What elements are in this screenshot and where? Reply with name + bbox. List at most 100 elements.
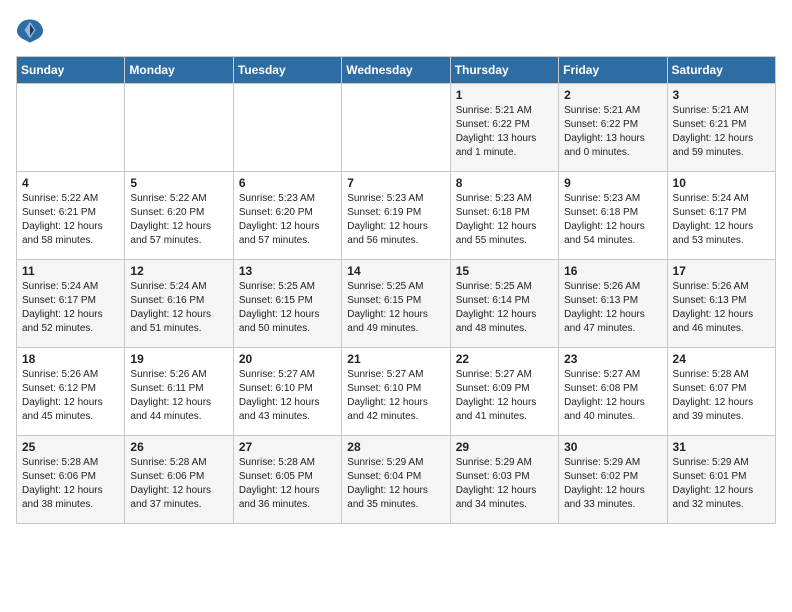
day-cell: 19 Sunrise: 5:26 AM Sunset: 6:11 PM Dayli…	[125, 348, 233, 436]
day-cell: 12 Sunrise: 5:24 AM Sunset: 6:16 PM Dayli…	[125, 260, 233, 348]
day-info: Sunrise: 5:28 AM Sunset: 6:05 PM Dayligh…	[239, 456, 336, 512]
week-row-5: 25 Sunrise: 5:28 AM Sunset: 6:06 PM Dayli…	[17, 436, 776, 524]
day-cell: 29Sunrise: 5:29 AM Sunset: 6:03 PM Dayli…	[450, 436, 558, 524]
logo-icon	[16, 16, 44, 44]
day-info: Sunrise: 5:27 AM Sunset: 6:10 PM Dayligh…	[347, 368, 444, 424]
day-info: Sunrise: 5:28 AM Sunset: 6:07 PM Dayligh…	[673, 368, 770, 424]
day-cell: 2 Sunrise: 5:21 AM Sunset: 6:22 PM Daylig…	[559, 84, 667, 172]
day-cell	[233, 84, 341, 172]
day-cell: 8Sunrise: 5:23 AM Sunset: 6:18 PM Daylig…	[450, 172, 558, 260]
day-number: 19	[130, 352, 227, 366]
header-cell-sunday: Sunday	[17, 57, 125, 84]
header-cell-friday: Friday	[559, 57, 667, 84]
day-number: 26	[130, 440, 227, 454]
day-info: Sunrise: 5:21 AM Sunset: 6:22 PM Dayligh…	[564, 104, 661, 160]
day-cell: 1 Sunrise: 5:21 AM Sunset: 6:22 PM Daylig…	[450, 84, 558, 172]
day-number: 8	[456, 176, 553, 190]
day-info: Sunrise: 5:26 AM Sunset: 6:11 PM Dayligh…	[130, 368, 227, 424]
day-cell: 5 Sunrise: 5:22 AM Sunset: 6:20 PM Daylig…	[125, 172, 233, 260]
day-number: 17	[673, 264, 770, 278]
day-cell: 4 Sunrise: 5:22 AM Sunset: 6:21 PM Daylig…	[17, 172, 125, 260]
day-info: Sunrise: 5:22 AM Sunset: 6:21 PM Dayligh…	[22, 192, 119, 248]
day-number: 4	[22, 176, 119, 190]
day-number: 7	[347, 176, 444, 190]
day-cell: 27 Sunrise: 5:28 AM Sunset: 6:05 PM Dayli…	[233, 436, 341, 524]
day-number: 16	[564, 264, 661, 278]
day-info: Sunrise: 5:24 AM Sunset: 6:16 PM Dayligh…	[130, 280, 227, 336]
day-info: Sunrise: 5:23 AM Sunset: 6:18 PM Dayligh…	[564, 192, 661, 248]
header-row: SundayMondayTuesdayWednesdayThursdayFrid…	[17, 57, 776, 84]
header-cell-thursday: Thursday	[450, 57, 558, 84]
day-number: 15	[456, 264, 553, 278]
week-row-2: 4 Sunrise: 5:22 AM Sunset: 6:21 PM Daylig…	[17, 172, 776, 260]
day-number: 5	[130, 176, 227, 190]
day-info: Sunrise: 5:27 AM Sunset: 6:10 PM Dayligh…	[239, 368, 336, 424]
day-number: 29	[456, 440, 553, 454]
day-number: 18	[22, 352, 119, 366]
day-number: 22	[456, 352, 553, 366]
day-number: 14	[347, 264, 444, 278]
day-number: 6	[239, 176, 336, 190]
day-info: Sunrise: 5:27 AM Sunset: 6:08 PM Dayligh…	[564, 368, 661, 424]
week-row-1: 1 Sunrise: 5:21 AM Sunset: 6:22 PM Daylig…	[17, 84, 776, 172]
day-number: 20	[239, 352, 336, 366]
day-cell: 10Sunrise: 5:24 AM Sunset: 6:17 PM Dayli…	[667, 172, 775, 260]
day-number: 25	[22, 440, 119, 454]
day-number: 23	[564, 352, 661, 366]
day-number: 30	[564, 440, 661, 454]
day-number: 3	[673, 88, 770, 102]
day-info: Sunrise: 5:29 AM Sunset: 6:01 PM Dayligh…	[673, 456, 770, 512]
day-cell: 25 Sunrise: 5:28 AM Sunset: 6:06 PM Dayli…	[17, 436, 125, 524]
day-cell: 16 Sunrise: 5:26 AM Sunset: 6:13 PM Dayli…	[559, 260, 667, 348]
day-info: Sunrise: 5:26 AM Sunset: 6:12 PM Dayligh…	[22, 368, 119, 424]
day-info: Sunrise: 5:26 AM Sunset: 6:13 PM Dayligh…	[673, 280, 770, 336]
day-number: 10	[673, 176, 770, 190]
day-number: 1	[456, 88, 553, 102]
calendar-table: SundayMondayTuesdayWednesdayThursdayFrid…	[16, 56, 776, 524]
day-cell: 17 Sunrise: 5:26 AM Sunset: 6:13 PM Dayli…	[667, 260, 775, 348]
day-info: Sunrise: 5:21 AM Sunset: 6:22 PM Dayligh…	[456, 104, 553, 160]
day-info: Sunrise: 5:21 AM Sunset: 6:21 PM Dayligh…	[673, 104, 770, 160]
day-info: Sunrise: 5:24 AM Sunset: 6:17 PM Dayligh…	[22, 280, 119, 336]
day-number: 9	[564, 176, 661, 190]
day-cell: 3 Sunrise: 5:21 AM Sunset: 6:21 PM Daylig…	[667, 84, 775, 172]
day-cell: 6 Sunrise: 5:23 AM Sunset: 6:20 PM Daylig…	[233, 172, 341, 260]
day-info: Sunrise: 5:28 AM Sunset: 6:06 PM Dayligh…	[130, 456, 227, 512]
day-info: Sunrise: 5:28 AM Sunset: 6:06 PM Dayligh…	[22, 456, 119, 512]
day-cell: 22 Sunrise: 5:27 AM Sunset: 6:09 PM Dayli…	[450, 348, 558, 436]
header-cell-wednesday: Wednesday	[342, 57, 450, 84]
day-number: 21	[347, 352, 444, 366]
page-header	[16, 16, 776, 44]
header-cell-tuesday: Tuesday	[233, 57, 341, 84]
day-info: Sunrise: 5:25 AM Sunset: 6:15 PM Dayligh…	[347, 280, 444, 336]
week-row-4: 18 Sunrise: 5:26 AM Sunset: 6:12 PM Dayli…	[17, 348, 776, 436]
day-cell: 7 Sunrise: 5:23 AM Sunset: 6:19 PM Daylig…	[342, 172, 450, 260]
day-cell: 23 Sunrise: 5:27 AM Sunset: 6:08 PM Dayli…	[559, 348, 667, 436]
day-cell	[125, 84, 233, 172]
day-cell: 9 Sunrise: 5:23 AM Sunset: 6:18 PM Daylig…	[559, 172, 667, 260]
day-number: 2	[564, 88, 661, 102]
header-cell-saturday: Saturday	[667, 57, 775, 84]
day-info: Sunrise: 5:22 AM Sunset: 6:20 PM Dayligh…	[130, 192, 227, 248]
day-number: 28	[347, 440, 444, 454]
day-cell: 21 Sunrise: 5:27 AM Sunset: 6:10 PM Dayli…	[342, 348, 450, 436]
day-number: 31	[673, 440, 770, 454]
week-row-3: 11 Sunrise: 5:24 AM Sunset: 6:17 PM Dayli…	[17, 260, 776, 348]
day-number: 13	[239, 264, 336, 278]
day-number: 11	[22, 264, 119, 278]
day-cell: 31 Sunrise: 5:29 AM Sunset: 6:01 PM Dayli…	[667, 436, 775, 524]
day-cell: 18 Sunrise: 5:26 AM Sunset: 6:12 PM Dayli…	[17, 348, 125, 436]
day-cell: 14 Sunrise: 5:25 AM Sunset: 6:15 PM Dayli…	[342, 260, 450, 348]
day-info: Sunrise: 5:26 AM Sunset: 6:13 PM Dayligh…	[564, 280, 661, 336]
day-cell: 26 Sunrise: 5:28 AM Sunset: 6:06 PM Dayli…	[125, 436, 233, 524]
day-number: 27	[239, 440, 336, 454]
day-info: Sunrise: 5:29 AM Sunset: 6:04 PM Dayligh…	[347, 456, 444, 512]
day-info: Sunrise: 5:23 AM Sunset: 6:19 PM Dayligh…	[347, 192, 444, 248]
day-info: Sunrise: 5:23 AM Sunset: 6:20 PM Dayligh…	[239, 192, 336, 248]
day-info: Sunrise: 5:25 AM Sunset: 6:14 PM Dayligh…	[456, 280, 553, 336]
day-info: Sunrise: 5:27 AM Sunset: 6:09 PM Dayligh…	[456, 368, 553, 424]
day-cell: 11 Sunrise: 5:24 AM Sunset: 6:17 PM Dayli…	[17, 260, 125, 348]
day-cell	[17, 84, 125, 172]
day-number: 12	[130, 264, 227, 278]
day-info: Sunrise: 5:29 AM Sunset: 6:02 PM Dayligh…	[564, 456, 661, 512]
